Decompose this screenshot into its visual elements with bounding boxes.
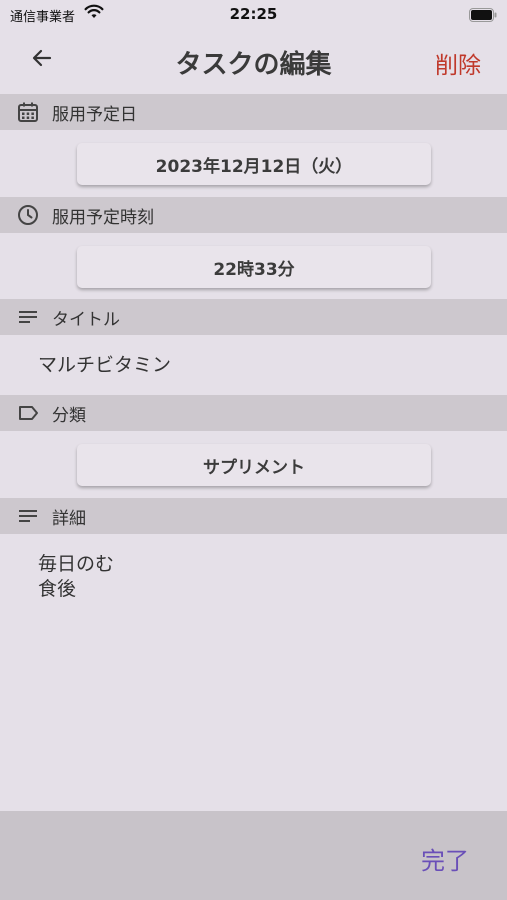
detail-field[interactable]: 毎日のむ 食後	[38, 552, 114, 602]
detail-line: 食後	[38, 578, 77, 600]
section-header-title: タイトル	[0, 299, 507, 335]
clock: 22:25	[229, 5, 278, 23]
section-label-category: 分類	[52, 405, 86, 426]
calendar-icon	[16, 100, 40, 124]
short-text-icon	[16, 305, 40, 329]
date-picker-button[interactable]: 2023年12月12日（火）	[77, 143, 431, 185]
time-picker-button[interactable]: 22時33分	[77, 246, 431, 288]
status-bar: 通信事業者 22:25	[0, 0, 507, 28]
clock-icon	[16, 203, 40, 227]
section-header-category: 分類	[0, 395, 507, 431]
section-label-title: タイトル	[52, 309, 120, 330]
short-text-icon	[16, 504, 40, 528]
section-label-detail: 詳細	[52, 508, 86, 529]
category-select-button[interactable]: サプリメント	[77, 444, 431, 486]
detail-line: 毎日のむ	[38, 553, 115, 575]
section-header-detail: 詳細	[0, 498, 507, 534]
section-header-time: 服用予定時刻	[0, 197, 507, 233]
nav-bar: タスクの編集 削除	[0, 30, 507, 92]
label-icon	[16, 401, 40, 425]
delete-button[interactable]: 削除	[435, 46, 481, 80]
section-header-date: 服用予定日	[0, 94, 507, 130]
section-label-date: 服用予定日	[52, 104, 137, 125]
battery-icon	[469, 7, 497, 22]
title-field[interactable]: マルチビタミン	[38, 353, 171, 378]
done-button[interactable]: 完了	[421, 841, 469, 876]
page-title: タスクの編集	[175, 50, 332, 80]
bottom-bar: 完了	[0, 811, 507, 900]
section-label-time: 服用予定時刻	[52, 207, 154, 228]
